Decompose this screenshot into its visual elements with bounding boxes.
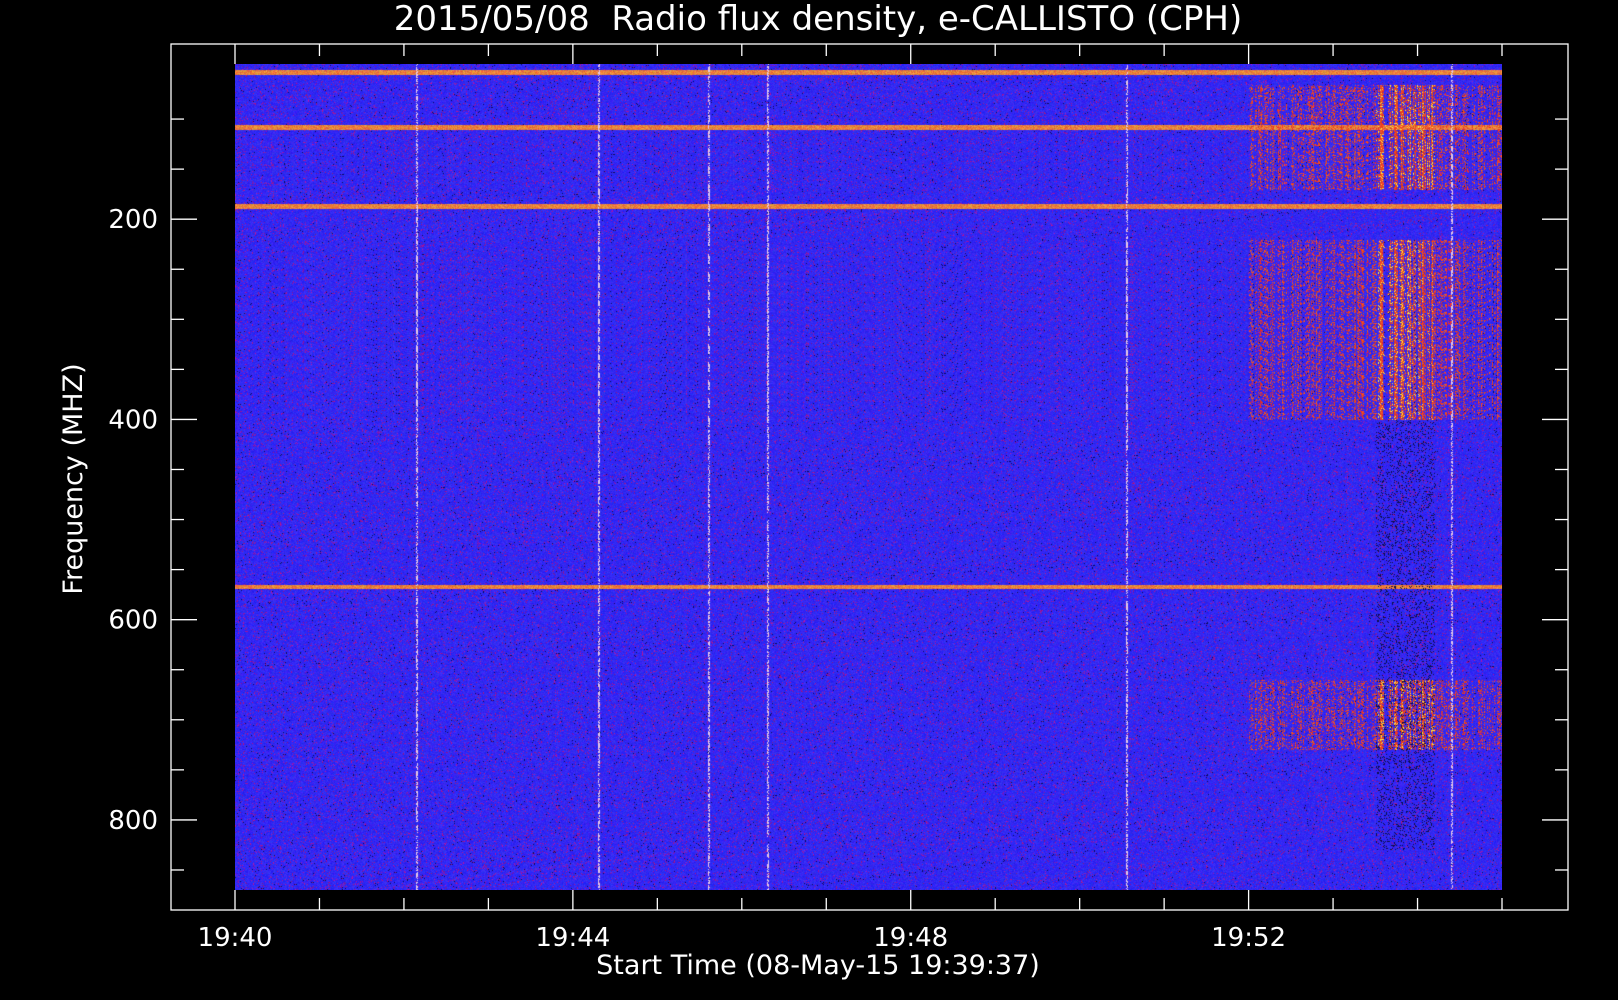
chart-title: 2015/05/08 Radio flux density, e-CALLIST… xyxy=(394,0,1242,39)
spectrogram-raster xyxy=(235,64,1502,890)
x-axis-label: Start Time (08-May-15 19:39:37) xyxy=(596,950,1040,981)
y-tick-label: 600 xyxy=(108,606,158,636)
x-tick-label: 19:52 xyxy=(1211,923,1286,953)
x-tick-label: 19:48 xyxy=(873,923,948,953)
y-tick-label: 800 xyxy=(108,806,158,836)
y-tick-label: 400 xyxy=(108,405,158,435)
y-tick-label: 200 xyxy=(108,205,158,235)
spectrogram-chart: 2015/05/08 Radio flux density, e-CALLIST… xyxy=(0,0,1618,1000)
y-axis-label: Frequency (MHZ) xyxy=(58,363,89,594)
x-tick-label: 19:44 xyxy=(535,923,610,953)
spectrogram-image xyxy=(235,64,1502,890)
x-tick-label: 19:40 xyxy=(198,923,273,953)
